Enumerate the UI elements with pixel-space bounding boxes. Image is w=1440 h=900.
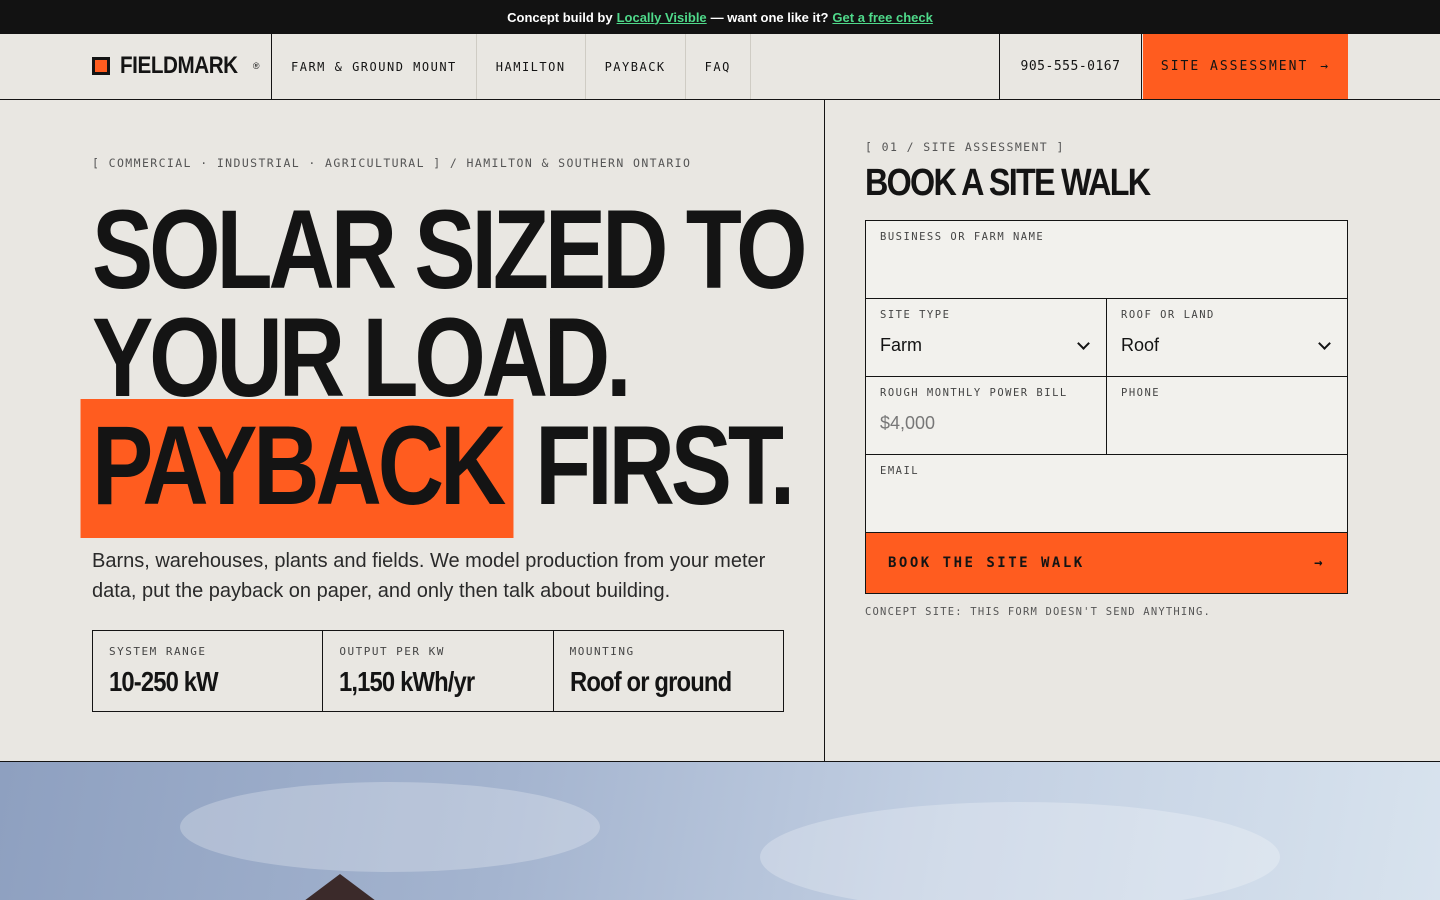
hero-eyebrow: [ COMMERCIAL · INDUSTRIAL · AGRICULTURAL… bbox=[92, 156, 692, 170]
form-row: BUSINESS OR FARM NAME bbox=[866, 221, 1347, 299]
power-bill-input[interactable]: $4,000 bbox=[880, 413, 1092, 434]
banner-middle: — want one like it? bbox=[710, 9, 829, 25]
roof-or-land-select[interactable]: ROOF OR LAND Roof bbox=[1106, 299, 1347, 376]
stat-output-per-kw: OUTPUT PER KW 1,150 kWh/yr bbox=[323, 631, 554, 711]
logo-square-icon bbox=[92, 57, 110, 75]
phone-field[interactable]: PHONE bbox=[1106, 377, 1347, 454]
field-label: BUSINESS OR FARM NAME bbox=[880, 231, 1045, 243]
headline-line-2: YOUR LOAD. bbox=[92, 295, 632, 420]
business-name-field[interactable]: BUSINESS OR FARM NAME bbox=[866, 221, 1347, 298]
nav-payback[interactable]: PAYBACK bbox=[586, 34, 686, 99]
headline-line-1: SOLAR SIZED TO bbox=[92, 187, 808, 312]
submit-label: BOOK THE SITE WALK bbox=[888, 555, 1085, 571]
locally-visible-link[interactable]: Locally Visible bbox=[617, 10, 707, 25]
stat-mounting: MOUNTING Roof or ground bbox=[554, 631, 783, 711]
arrow-right-icon: → bbox=[1320, 59, 1331, 74]
logo[interactable]: FIELDMARK ® bbox=[92, 34, 259, 98]
site-assessment-label: SITE ASSESSMENT bbox=[1160, 59, 1309, 74]
stat-value: Roof or ground bbox=[569, 666, 732, 697]
phone-link[interactable]: 905-555-0167 bbox=[999, 34, 1142, 99]
stat-value: 10-250 kW bbox=[109, 666, 219, 697]
logo-text: FIELDMARK bbox=[120, 52, 238, 79]
stat-value: 1,150 kWh/yr bbox=[339, 666, 475, 697]
nav-hamilton[interactable]: HAMILTON bbox=[477, 34, 586, 99]
site-assessment-button[interactable]: SITE ASSESSMENT → bbox=[1143, 34, 1348, 99]
headline-line-3-rest: FIRST. bbox=[535, 403, 795, 528]
barn-roof-shape bbox=[300, 874, 380, 900]
concept-banner: Concept build by Locally Visible — want … bbox=[0, 0, 1440, 34]
field-label: ROOF OR LAND bbox=[1121, 309, 1215, 321]
form-row: SITE TYPE Farm ROOF OR LAND Roof bbox=[866, 299, 1347, 377]
headline-highlight: PAYBACK bbox=[80, 399, 514, 538]
form-disclaimer: CONCEPT SITE: THIS FORM DOESN'T SEND ANY… bbox=[865, 606, 1211, 618]
stat-label: SYSTEM RANGE bbox=[109, 645, 207, 658]
headline-line-3: PAYBACK FIRST. bbox=[80, 399, 795, 538]
site-header: FIELDMARK ® FARM & GROUND MOUNT HAMILTON… bbox=[0, 34, 1440, 100]
site-type-value: Farm bbox=[880, 335, 922, 355]
panel-title: BOOK A SITE WALK bbox=[865, 162, 1151, 204]
hero-section: [ COMMERCIAL · INDUSTRIAL · AGRICULTURAL… bbox=[0, 100, 825, 761]
roof-or-land-value: Roof bbox=[1121, 335, 1160, 355]
stat-label: MOUNTING bbox=[569, 645, 635, 658]
cloud-shape bbox=[760, 802, 1280, 900]
field-label: SITE TYPE bbox=[880, 309, 951, 321]
panel-eyebrow: [ 01 / SITE ASSESSMENT ] bbox=[865, 140, 1065, 154]
arrow-right-icon: → bbox=[1314, 555, 1325, 571]
banner-prefix: Concept build by bbox=[507, 9, 613, 25]
field-label: EMAIL bbox=[880, 465, 920, 477]
site-type-select[interactable]: SITE TYPE Farm bbox=[866, 299, 1106, 376]
email-field[interactable]: EMAIL bbox=[866, 455, 1347, 532]
hero-photo-sky bbox=[0, 761, 1440, 900]
stat-label: OUTPUT PER KW bbox=[339, 645, 445, 658]
field-label: ROUGH MONTHLY POWER BILL bbox=[880, 387, 1068, 399]
book-site-walk-button[interactable]: BOOK THE SITE WALK → bbox=[866, 533, 1347, 593]
form-row: EMAIL bbox=[866, 455, 1347, 533]
nav-farm-ground-mount[interactable]: FARM & GROUND MOUNT bbox=[272, 34, 477, 99]
hero-subtitle: Barns, warehouses, plants and fields. We… bbox=[92, 550, 766, 602]
assessment-panel: [ 01 / SITE ASSESSMENT ] BOOK A SITE WAL… bbox=[826, 100, 1440, 761]
registered-mark: ® bbox=[252, 61, 260, 71]
stats-strip: SYSTEM RANGE 10-250 kW OUTPUT PER KW 1,1… bbox=[92, 630, 784, 712]
stat-system-range: SYSTEM RANGE 10-250 kW bbox=[93, 631, 324, 711]
cloud-shape bbox=[180, 782, 600, 872]
nav-faq[interactable]: FAQ bbox=[686, 34, 751, 99]
free-check-link[interactable]: Get a free check bbox=[832, 10, 932, 25]
power-bill-field[interactable]: ROUGH MONTHLY POWER BILL $4,000 bbox=[866, 377, 1106, 454]
site-walk-form: BUSINESS OR FARM NAME SITE TYPE Farm ROO… bbox=[865, 220, 1348, 594]
form-row: ROUGH MONTHLY POWER BILL $4,000 PHONE bbox=[866, 377, 1347, 455]
field-label: PHONE bbox=[1121, 387, 1161, 399]
main-nav: FARM & GROUND MOUNT HAMILTON PAYBACK FAQ bbox=[271, 34, 751, 99]
hero-headline: SOLAR SIZED TO YOUR LOAD. PAYBACK FIRST. bbox=[80, 187, 808, 538]
